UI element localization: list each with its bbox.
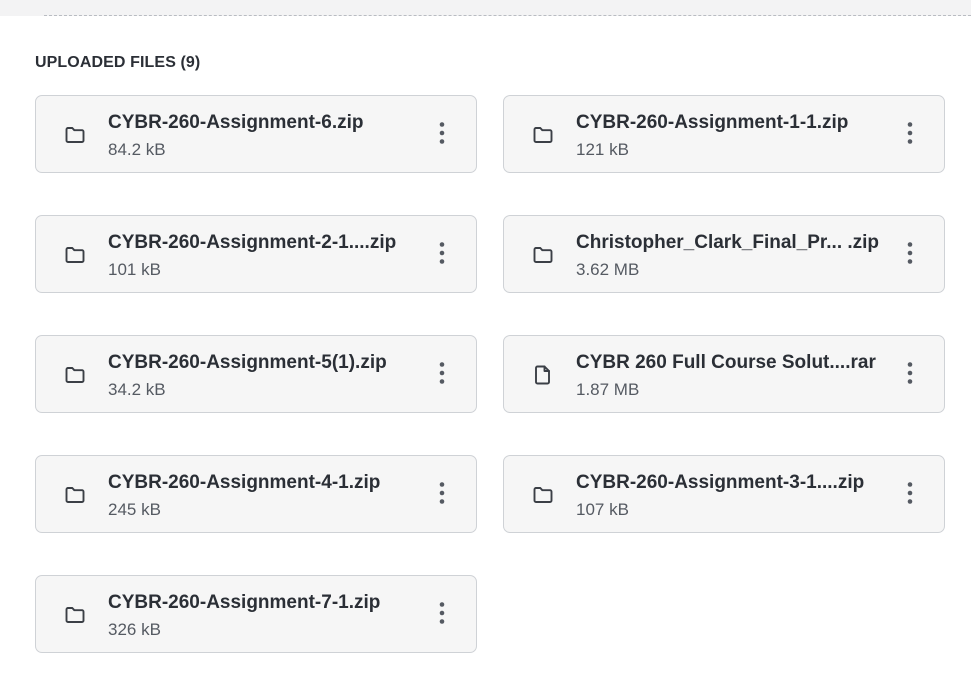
more-vertical-icon: [439, 601, 445, 630]
file-menu-button[interactable]: [428, 241, 456, 269]
file-name: CYBR-260-Assignment-7-1.zip: [108, 592, 381, 613]
file-card[interactable]: CYBR-260-Assignment-3-1....zip 107 kB: [503, 455, 945, 533]
file-card[interactable]: CYBR 260 Full Course Solut....rar 1.87 M…: [503, 335, 945, 413]
more-vertical-icon: [907, 121, 913, 150]
file-menu-button[interactable]: [428, 601, 456, 629]
folder-icon: [63, 483, 87, 507]
more-vertical-icon: [907, 361, 913, 390]
folder-icon: [63, 363, 87, 387]
file-size: 1.87 MB: [576, 380, 640, 399]
file-size: 34.2 kB: [108, 380, 166, 399]
file-size: 326 kB: [108, 620, 161, 639]
file-size: 84.2 kB: [108, 140, 166, 159]
file-menu-button[interactable]: [896, 241, 924, 269]
file-menu-button[interactable]: [428, 361, 456, 389]
file-name: CYBR 260 Full Course Solut....rar: [576, 352, 876, 373]
dashed-divider: [44, 15, 971, 16]
file-name: CYBR-260-Assignment-6.zip: [108, 112, 364, 133]
folder-icon: [531, 483, 555, 507]
file-menu-button[interactable]: [896, 361, 924, 389]
top-drop-area: [0, 0, 971, 16]
file-name: CYBR-260-Assignment-5(1).zip: [108, 352, 387, 373]
file-menu-button[interactable]: [896, 481, 924, 509]
file-size: 245 kB: [108, 500, 161, 519]
file-size: 101 kB: [108, 260, 161, 279]
folder-icon: [531, 123, 555, 147]
file-size: 3.62 MB: [576, 260, 640, 279]
file-menu-button[interactable]: [428, 481, 456, 509]
section-title: UPLOADED FILES (9): [35, 54, 201, 71]
file-icon: [531, 363, 555, 387]
more-vertical-icon: [439, 361, 445, 390]
more-vertical-icon: [439, 121, 445, 150]
folder-icon: [63, 123, 87, 147]
file-card[interactable]: CYBR-260-Assignment-2-1....zip 101 kB: [35, 215, 477, 293]
file-menu-button[interactable]: [896, 121, 924, 149]
uploaded-files-grid: CYBR-260-Assignment-6.zip 84.2 kB CYBR-2…: [35, 95, 947, 653]
more-vertical-icon: [439, 481, 445, 510]
more-vertical-icon: [439, 241, 445, 270]
file-card[interactable]: CYBR-260-Assignment-6.zip 84.2 kB: [35, 95, 477, 173]
file-name: CYBR-260-Assignment-4-1.zip: [108, 472, 381, 493]
more-vertical-icon: [907, 481, 913, 510]
file-card[interactable]: CYBR-260-Assignment-4-1.zip 245 kB: [35, 455, 477, 533]
file-size: 107 kB: [576, 500, 629, 519]
file-name: CYBR-260-Assignment-1-1.zip: [576, 112, 849, 133]
file-card[interactable]: Christopher_Clark_Final_Pr... .zip 3.62 …: [503, 215, 945, 293]
more-vertical-icon: [907, 241, 913, 270]
file-name: CYBR-260-Assignment-3-1....zip: [576, 472, 865, 493]
file-card[interactable]: CYBR-260-Assignment-5(1).zip 34.2 kB: [35, 335, 477, 413]
file-name: CYBR-260-Assignment-2-1....zip: [108, 232, 397, 253]
folder-icon: [531, 243, 555, 267]
file-size: 121 kB: [576, 140, 629, 159]
folder-icon: [63, 243, 87, 267]
folder-icon: [63, 603, 87, 627]
file-name: Christopher_Clark_Final_Pr... .zip: [576, 232, 880, 253]
file-menu-button[interactable]: [428, 121, 456, 149]
file-card[interactable]: CYBR-260-Assignment-7-1.zip 326 kB: [35, 575, 477, 653]
file-card[interactable]: CYBR-260-Assignment-1-1.zip 121 kB: [503, 95, 945, 173]
